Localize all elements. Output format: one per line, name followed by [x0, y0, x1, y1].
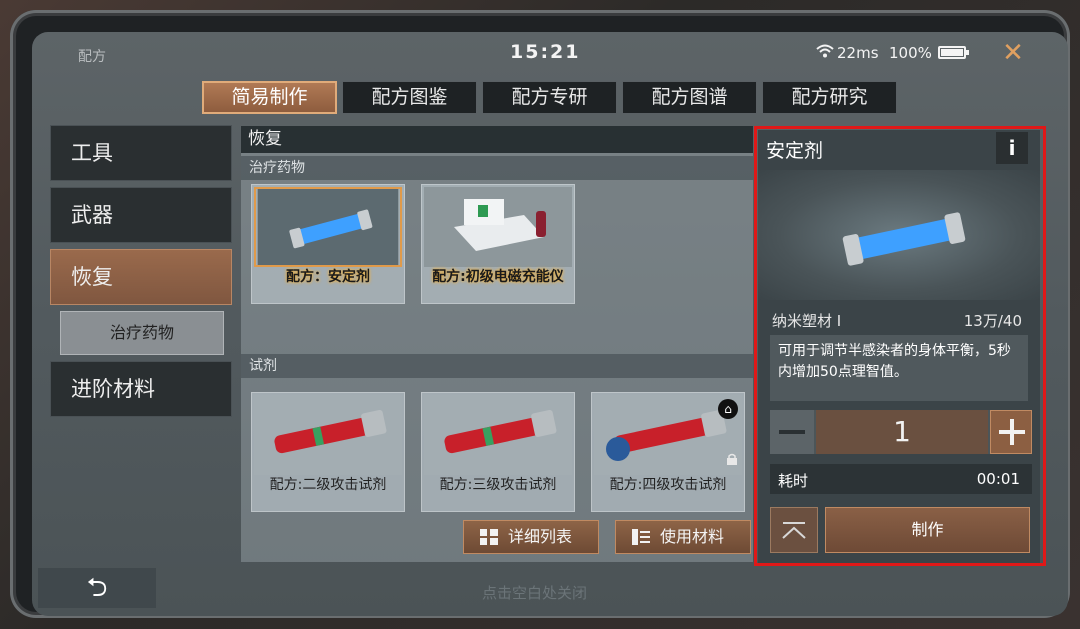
battery-text: 100%: [889, 44, 932, 62]
sidebar-item-weapons[interactable]: 武器: [50, 187, 232, 243]
sidebar: 工具 武器 恢复 治疗药物 进阶材料: [50, 125, 232, 423]
recipe-card-em-charger[interactable]: 配方:初级电磁充能仪: [421, 184, 575, 304]
clock: 15:21: [510, 41, 581, 63]
close-hint[interactable]: 点击空白处关闭: [482, 582, 587, 603]
sidebar-subitem-medicine[interactable]: 治疗药物: [60, 311, 224, 355]
device-frame: 配方 15:21 22ms 100% ✕ 简易制作 配方图鉴 配方专研 配方图谱…: [10, 10, 1070, 618]
recipe-panel: 恢复 治疗药物 配方：安定剂 配方:初级电磁充能仪 试剂 配方:二级攻击试剂 配…: [241, 126, 753, 562]
grid-list-icon: [480, 529, 498, 545]
tab-simple-craft[interactable]: 简易制作: [202, 81, 337, 114]
bottom-bar: ⮌ 点击空白处关闭: [32, 562, 1068, 616]
recipe-label: 配方：安定剂: [286, 269, 370, 285]
panel-header: 恢复: [241, 126, 753, 153]
sidebar-item-tools[interactable]: 工具: [50, 125, 232, 181]
red-reagent-tube-icon: [424, 395, 572, 475]
recipe-card-stabilizer[interactable]: 配方：安定剂: [251, 184, 405, 304]
lock-icon: [727, 453, 737, 465]
use-material-button[interactable]: 使用材料: [615, 520, 751, 554]
close-icon[interactable]: ✕: [998, 38, 1028, 68]
highlight-box: [754, 126, 1046, 566]
detail-list-button[interactable]: 详细列表: [463, 520, 599, 554]
status-bar: 配方 15:21 22ms 100% ✕: [32, 32, 1068, 76]
detail-list-label: 详细列表: [508, 527, 573, 546]
tab-recipe-research[interactable]: 配方研究: [762, 81, 897, 114]
recipe-label: 配方:三级攻击试剂: [439, 477, 557, 493]
stabilizer-vial-icon: [254, 187, 402, 267]
sidebar-item-advanced-materials[interactable]: 进阶材料: [50, 361, 232, 417]
red-reagent-tube-icon: [254, 395, 402, 475]
material-list-icon: [632, 529, 650, 545]
recipe-label: 配方:二级攻击试剂: [269, 477, 387, 493]
use-material-label: 使用材料: [660, 527, 725, 546]
back-button[interactable]: ⮌: [38, 568, 156, 608]
screen: 配方 15:21 22ms 100% ✕ 简易制作 配方图鉴 配方专研 配方图谱…: [32, 32, 1068, 616]
home-icon: ⌂: [718, 399, 738, 419]
ping-text: 22ms: [837, 44, 879, 62]
tab-bar: 简易制作 配方图鉴 配方专研 配方图谱 配方研究: [202, 81, 897, 114]
wifi-icon: [816, 44, 834, 58]
tab-recipe-specialty[interactable]: 配方专研: [482, 81, 617, 114]
section-label-medicine: 治疗药物: [241, 156, 753, 180]
recipe-card-attack-reagent-3[interactable]: 配方:三级攻击试剂: [421, 392, 575, 512]
first-aid-kit-icon: [424, 187, 572, 267]
tab-recipe-atlas[interactable]: 配方图谱: [622, 81, 757, 114]
recipe-label: 配方:初级电磁充能仪: [432, 269, 564, 285]
tab-recipe-catalog[interactable]: 配方图鉴: [342, 81, 477, 114]
window-title: 配方: [78, 49, 106, 65]
recipe-label: 配方:四级攻击试剂: [609, 477, 727, 493]
sidebar-item-recovery[interactable]: 恢复: [50, 249, 232, 305]
section-label-reagent: 试剂: [241, 354, 753, 378]
recipe-card-attack-reagent-2[interactable]: 配方:二级攻击试剂: [251, 392, 405, 512]
battery-icon: [938, 46, 969, 59]
recipe-card-attack-reagent-4[interactable]: ⌂ 配方:四级攻击试剂: [591, 392, 745, 512]
